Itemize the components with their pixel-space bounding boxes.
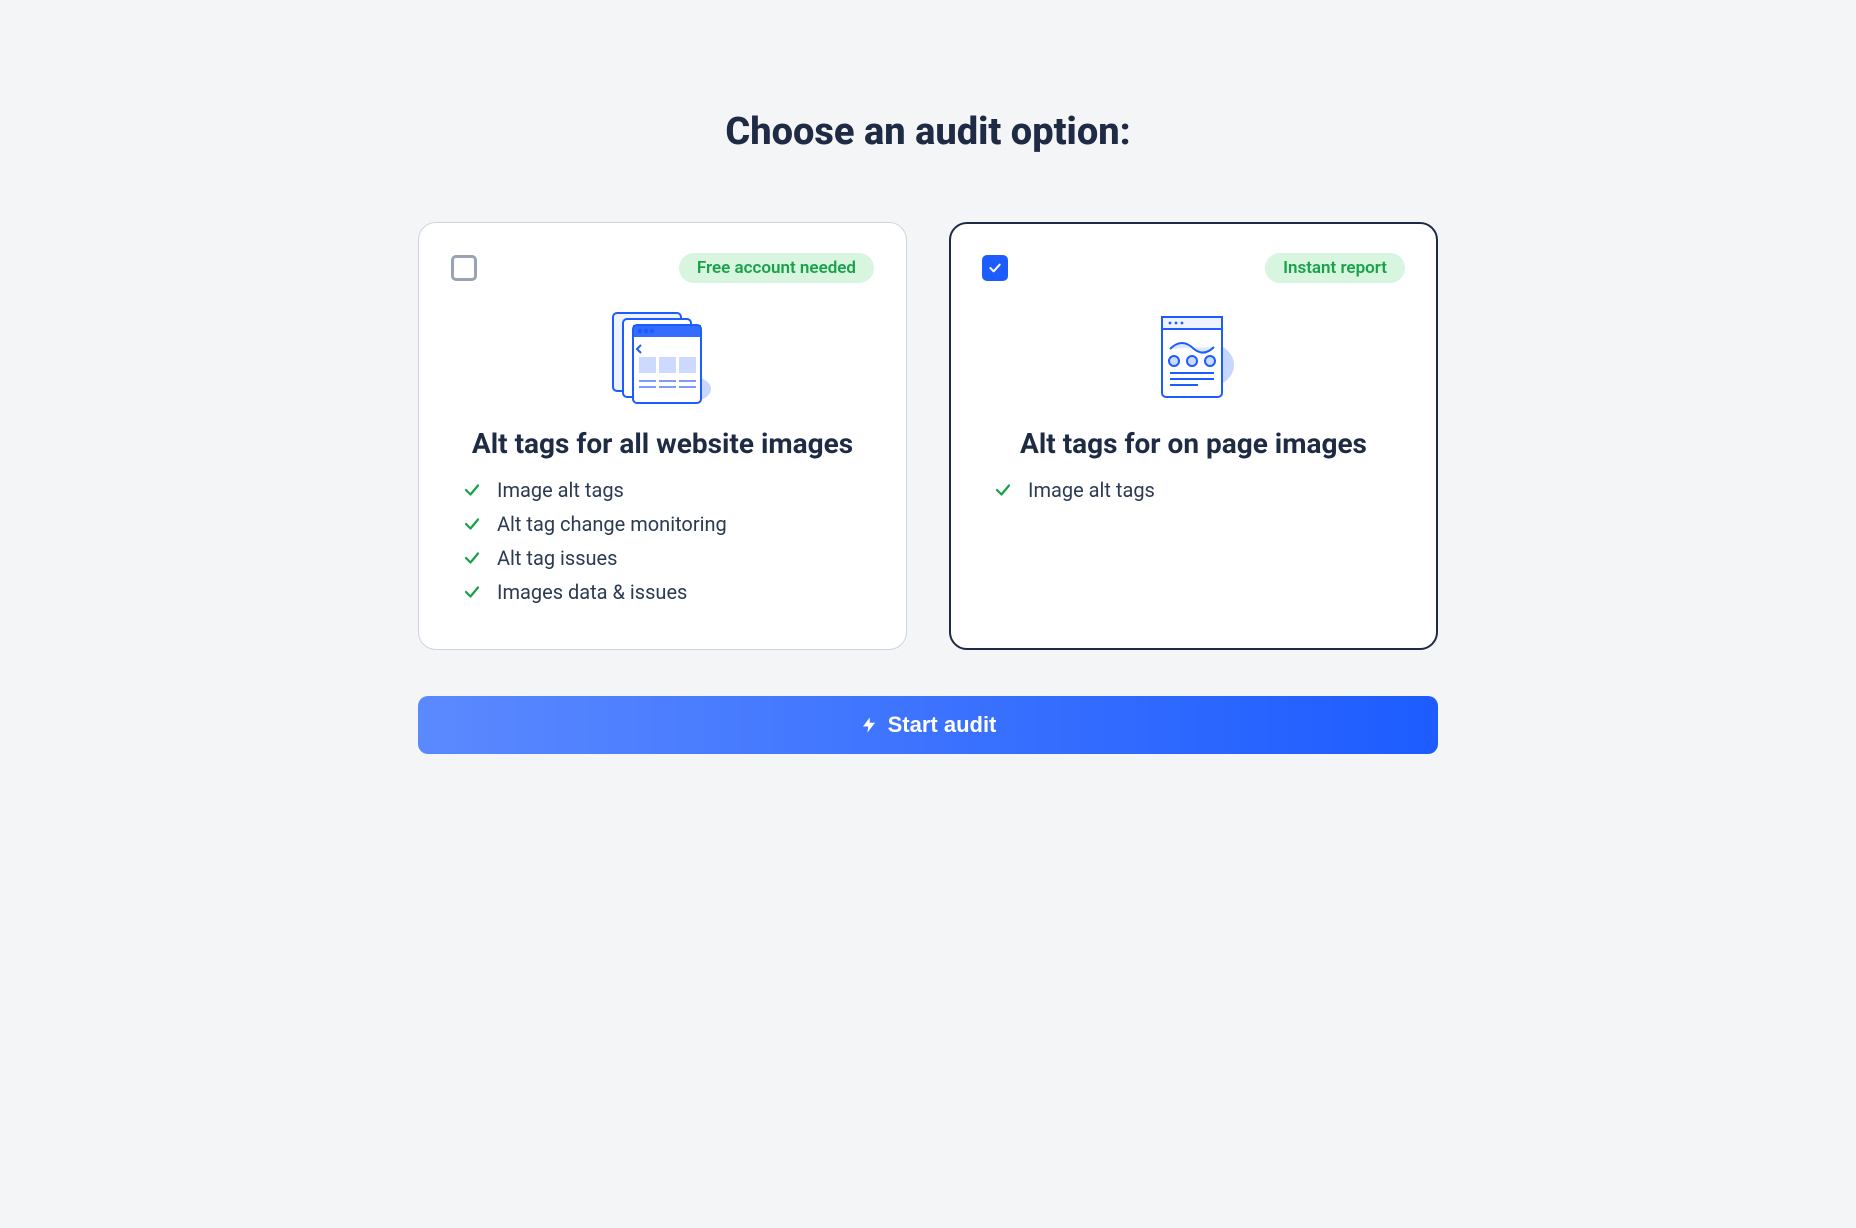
pages-stack-icon [607, 309, 719, 405]
option-illustration [982, 309, 1405, 405]
check-icon [463, 481, 481, 499]
option-checkbox[interactable] [982, 255, 1008, 281]
feature-item: Alt tag change monitoring [463, 512, 874, 536]
badge: Instant report [1265, 253, 1405, 283]
start-audit-button[interactable]: Start audit [418, 696, 1438, 754]
option-cards: Free account needed [418, 222, 1438, 650]
check-icon [994, 481, 1012, 499]
feature-item: Image alt tags [994, 478, 1405, 502]
feature-list: Image alt tags [982, 478, 1405, 502]
audit-chooser: Choose an audit option: Free account nee… [418, 0, 1438, 814]
card-top-row: Instant report [982, 253, 1405, 283]
option-card-all-website[interactable]: Free account needed [418, 222, 907, 650]
option-card-on-page[interactable]: Instant report [949, 222, 1438, 650]
check-icon [463, 583, 481, 601]
feature-label: Image alt tags [497, 478, 624, 502]
lightning-icon [860, 715, 878, 735]
badge: Free account needed [679, 253, 874, 283]
feature-label: Image alt tags [1028, 478, 1155, 502]
check-icon [463, 549, 481, 567]
option-heading: Alt tags for on page images [982, 427, 1405, 460]
feature-label: Alt tag change monitoring [497, 512, 727, 536]
check-icon [463, 515, 481, 533]
option-checkbox[interactable] [451, 255, 477, 281]
feature-label: Alt tag issues [497, 546, 618, 570]
checkmark-icon [987, 260, 1003, 276]
page-title: Choose an audit option: [418, 110, 1438, 154]
card-top-row: Free account needed [451, 253, 874, 283]
single-page-icon [1148, 309, 1240, 405]
option-illustration [451, 309, 874, 405]
option-heading: Alt tags for all website images [451, 427, 874, 460]
feature-item: Alt tag issues [463, 546, 874, 570]
feature-item: Images data & issues [463, 580, 874, 604]
feature-item: Image alt tags [463, 478, 874, 502]
feature-list: Image alt tags Alt tag change monitoring… [451, 478, 874, 604]
cta-label: Start audit [888, 712, 997, 738]
feature-label: Images data & issues [497, 580, 687, 604]
